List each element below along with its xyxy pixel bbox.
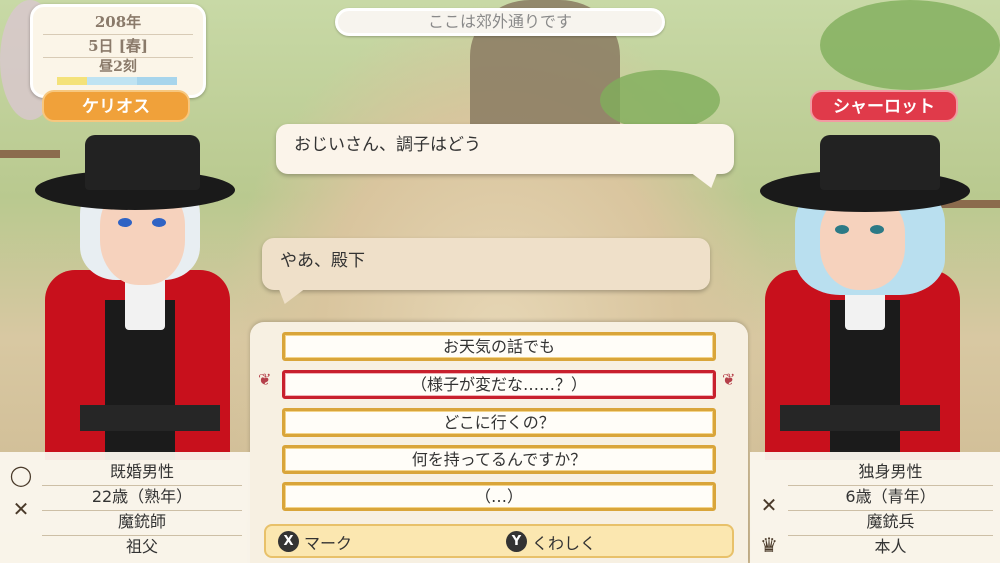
- eye: [118, 218, 132, 227]
- character-right-portrait: [750, 135, 1000, 460]
- job: 魔銃師: [117, 512, 166, 531]
- age: 6歳（青年）: [845, 487, 936, 506]
- choice-option-selected[interactable]: （様子が変だな……？）: [282, 370, 716, 399]
- profile-right: ✕ ♛ 独身男性 6歳（青年） 魔銃兵 本人: [750, 452, 1000, 563]
- mark-label[interactable]: マーク: [304, 530, 352, 554]
- choice-option[interactable]: （…）: [282, 482, 716, 511]
- time-text: 昼2刻: [99, 59, 137, 75]
- relation: 祖父: [125, 537, 158, 556]
- choice-option[interactable]: どこに行くの？: [282, 408, 716, 437]
- eye: [152, 218, 166, 227]
- day-phase-bar: [57, 77, 177, 85]
- y-button-icon[interactable]: Y: [506, 531, 527, 552]
- hat-crown: [820, 135, 940, 190]
- date-panel: 208年 5日 [春] 昼2刻: [30, 4, 206, 98]
- choice-panel: お天気の話でも （様子が変だな……？） ❦ ❦ どこに行くの？ 何を持ってるんで…: [250, 322, 748, 563]
- belt: [780, 405, 940, 431]
- age: 22歳（熟年）: [91, 487, 193, 506]
- day-phase-segment: [87, 77, 137, 85]
- speaker-right-name: シャーロット: [810, 90, 958, 122]
- dialogue-bubble-npc: やあ、殿下: [262, 238, 710, 304]
- x-button-icon[interactable]: X: [278, 531, 299, 552]
- speaker-left-name: ケリオス: [42, 90, 190, 122]
- choice-option[interactable]: 何を持ってるんですか？: [282, 445, 716, 474]
- crown-icon: ♛: [760, 533, 778, 557]
- bush: [820, 0, 1000, 90]
- button-hint-bar: X マーク Y くわしく: [264, 524, 734, 558]
- choice-option[interactable]: お天気の話でも: [282, 332, 716, 361]
- day-text: 5日 [春]: [88, 37, 148, 55]
- details-label[interactable]: くわしく: [532, 530, 596, 554]
- location-banner: ここは郊外通りです: [335, 8, 665, 36]
- crossed-guns-icon: ✕: [12, 497, 30, 521]
- dialogue-bubble-player: おじいさん、調子はどう: [276, 124, 734, 188]
- hat-crown: [85, 135, 200, 190]
- dialogue-text: やあ、殿下: [280, 251, 365, 271]
- day-phase-segment: [137, 77, 177, 85]
- dialogue-text: おじいさん、調子はどう: [294, 135, 481, 155]
- year-text: 208年: [94, 13, 142, 31]
- eye: [870, 225, 884, 234]
- crossed-guns-icon: ✕: [760, 493, 778, 517]
- profile-left: ◯ ✕ 既婚男性 22歳（熟年） 魔銃師 祖父: [0, 452, 250, 563]
- job: 魔銃兵: [866, 512, 915, 531]
- eye: [835, 225, 849, 234]
- relation: 本人: [874, 537, 907, 556]
- marital-status: 既婚男性: [109, 462, 174, 481]
- bush: [600, 70, 720, 130]
- selection-ornament-left-icon: ❦: [258, 370, 272, 389]
- ring-icon: ◯: [9, 463, 33, 487]
- character-left-portrait: [0, 130, 250, 460]
- selection-ornament-right-icon: ❦: [722, 370, 736, 389]
- day-phase-segment: [57, 77, 87, 85]
- marital-status: 独身男性: [858, 462, 923, 481]
- belt: [80, 405, 220, 431]
